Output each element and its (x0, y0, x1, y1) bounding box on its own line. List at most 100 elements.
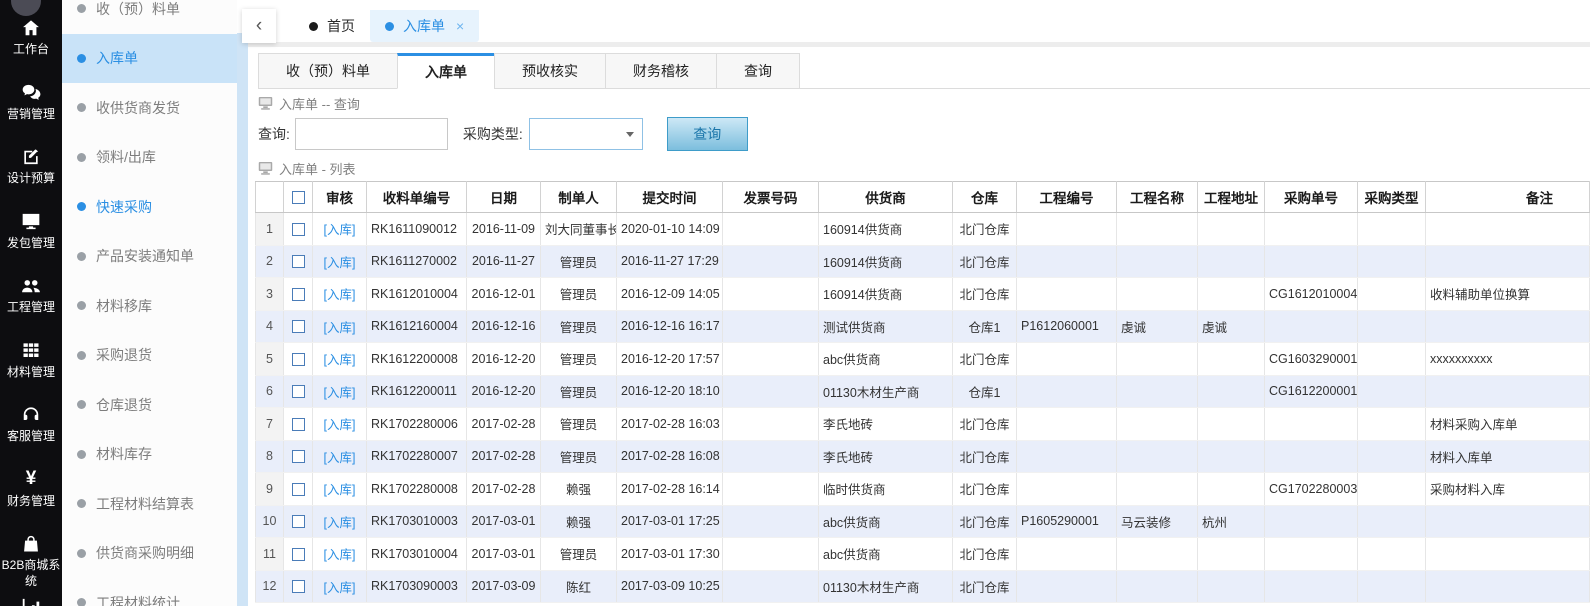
menu-item[interactable]: 入库单 (62, 34, 237, 84)
audit-inbound-link[interactable]: [入库] (324, 418, 356, 432)
menu-item-label: 材料移库 (96, 296, 152, 316)
cell: 李氏地砖 (819, 408, 953, 441)
cell (1198, 278, 1265, 311)
menu-item-label: 供货商采购明细 (96, 543, 194, 563)
cell (1198, 408, 1265, 441)
table-row: 6[入库]RK16122000112016-12-20管理员2016-12-20… (256, 375, 1590, 408)
menu-item[interactable]: 领料/出库 (62, 133, 237, 183)
audit-inbound-link[interactable]: [入库] (324, 581, 356, 595)
audit-inbound-link[interactable]: [入库] (324, 548, 356, 562)
cell (723, 408, 819, 441)
cell (1017, 278, 1117, 311)
cell (1198, 440, 1265, 473)
collapse-sidebar-button[interactable]: ‹ (242, 9, 276, 43)
primary-nav: 工作台营销管理设计预算发包管理工程管理材料管理客服管理¥财务管理B2B商城系统 (0, 0, 62, 598)
menu-item[interactable]: 收供货商发货 (62, 83, 237, 133)
module-tab[interactable]: 收（预）料单 (258, 53, 398, 89)
cell: RK1702280008 (367, 473, 467, 506)
cell: 管理员 (541, 375, 617, 408)
sidebar-item-users[interactable]: 工程管理 (0, 275, 62, 340)
module-tab[interactable]: 预收核实 (494, 53, 606, 89)
menu-item[interactable]: 工程材料统计 (62, 578, 237, 606)
cell: RK1702280007 (367, 440, 467, 473)
row-checkbox[interactable] (292, 385, 305, 398)
open-tab-label: 入库单 (403, 16, 445, 36)
row-checkbox[interactable] (292, 483, 305, 496)
menu-item[interactable]: 产品安装通知单 (62, 232, 237, 282)
cell: 2016-11-09 (467, 213, 541, 246)
row-checkbox[interactable] (292, 418, 305, 431)
sidebar-item-monitor[interactable]: 发包管理 (0, 211, 62, 276)
sidebar-scrollbar[interactable] (237, 0, 248, 606)
row-checkbox[interactable] (292, 320, 305, 333)
sidebar-item-home[interactable]: 工作台 (0, 17, 62, 82)
sidebar-item-bag[interactable]: B2B商城系统 (0, 533, 62, 598)
row-checkbox[interactable] (292, 288, 305, 301)
menu-item[interactable]: 仓库退货 (62, 380, 237, 430)
cell (1358, 375, 1426, 408)
row-checkbox[interactable] (292, 450, 305, 463)
row-checkbox[interactable] (292, 548, 305, 561)
cell: 2017-02-28 (467, 440, 541, 473)
audit-inbound-link[interactable]: [入库] (324, 223, 356, 237)
cell: 2017-03-01 17:30 (617, 538, 723, 571)
cell: 管理员 (541, 343, 617, 376)
cell: 北门仓库 (953, 408, 1017, 441)
menu-item[interactable]: 材料移库 (62, 281, 237, 331)
cell: [入库] (313, 538, 367, 571)
column-header: 工程编号 (1017, 182, 1117, 213)
inbound-list-table-wrap: 审核收料单编号日期制单人提交时间发票号码供货商仓库工程编号工程名称工程地址采购单… (255, 181, 1590, 603)
row-checkbox[interactable] (292, 255, 305, 268)
cell: 160914供货商 (819, 245, 953, 278)
sidebar-item-headset[interactable]: 客服管理 (0, 404, 62, 469)
cell: 北门仓库 (953, 245, 1017, 278)
cell (1358, 245, 1426, 278)
menu-item[interactable]: 供货商采购明细 (62, 529, 237, 579)
query-button[interactable]: 查询 (667, 117, 748, 151)
audit-inbound-link[interactable]: [入库] (324, 516, 356, 530)
open-tab[interactable]: 入库单 × (370, 10, 479, 42)
cell: CG1612010004 (1265, 278, 1358, 311)
sidebar-item-chat[interactable]: 营销管理 (0, 82, 62, 147)
cell (723, 245, 819, 278)
module-tab[interactable]: 查询 (716, 53, 800, 89)
audit-inbound-link[interactable]: [入库] (324, 483, 356, 497)
cell (1198, 473, 1265, 506)
audit-inbound-link[interactable]: [入库] (324, 451, 356, 465)
row-checkbox[interactable] (292, 223, 305, 236)
audit-inbound-link[interactable]: [入库] (324, 386, 356, 400)
bag-icon (21, 533, 41, 554)
row-checkbox[interactable] (292, 515, 305, 528)
open-tab[interactable]: 首页 (294, 10, 370, 42)
select-all-checkbox[interactable] (292, 191, 305, 204)
monitor-icon (21, 211, 41, 232)
cell: [入库] (313, 375, 367, 408)
module-tab[interactable]: 财务稽核 (605, 53, 717, 89)
sidebar-item-grid[interactable]: 材料管理 (0, 340, 62, 405)
content-panel: 收（预）料单入库单预收核实财务稽核查询 入库单 -- 查询 查询: 采购类型: … (248, 47, 1590, 606)
menu-item[interactable]: 采购退货 (62, 331, 237, 381)
menu-item[interactable]: 材料库存 (62, 430, 237, 480)
row-checkbox[interactable] (292, 353, 305, 366)
menu-item[interactable]: 收（预）料单 (62, 0, 237, 34)
menu-item[interactable]: 快速采购 (62, 182, 237, 232)
menu-item[interactable]: 工程材料结算表 (62, 479, 237, 529)
cell: RK1611090012 (367, 213, 467, 246)
query-form: 查询: 采购类型: 查询 (258, 116, 1590, 152)
purchase-type-select[interactable] (529, 118, 643, 150)
checkbox-cell (284, 343, 313, 376)
audit-inbound-link[interactable]: [入库] (324, 288, 356, 302)
audit-inbound-link[interactable]: [入库] (324, 353, 356, 367)
audit-inbound-link[interactable]: [入库] (324, 256, 356, 270)
sidebar-item-yen[interactable]: ¥财务管理 (0, 469, 62, 534)
cell: 2017-03-09 (467, 570, 541, 603)
module-tab[interactable]: 入库单 (397, 53, 495, 89)
sidebar-item-edit[interactable]: 设计预算 (0, 146, 62, 211)
close-icon[interactable]: × (456, 18, 464, 34)
cell (1198, 213, 1265, 246)
row-checkbox[interactable] (292, 580, 305, 593)
cell (1358, 473, 1426, 506)
audit-inbound-link[interactable]: [入库] (324, 321, 356, 335)
cell (1017, 343, 1117, 376)
search-input[interactable] (295, 118, 448, 150)
